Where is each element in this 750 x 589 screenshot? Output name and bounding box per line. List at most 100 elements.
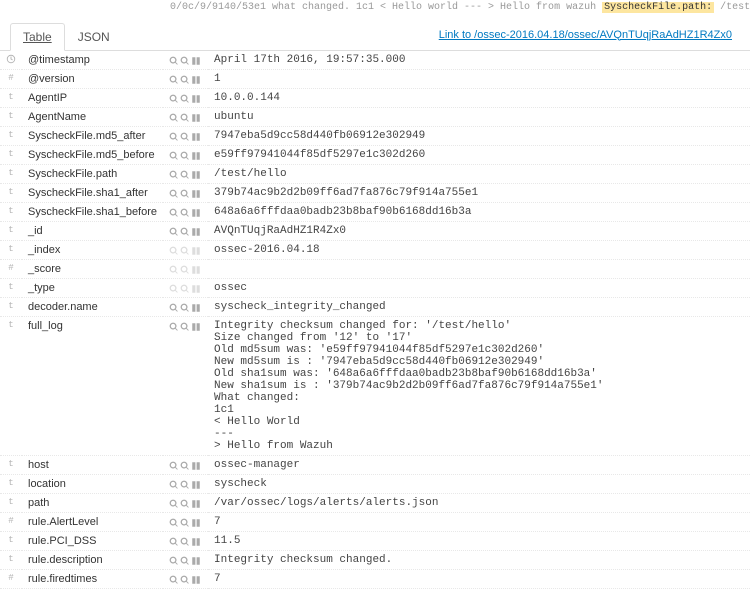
filter-for-icon	[169, 283, 179, 293]
field-actions	[163, 127, 208, 146]
filter-for-icon[interactable]	[169, 536, 179, 546]
toggle-column-icon[interactable]	[191, 112, 201, 122]
filter-for-icon[interactable]	[169, 460, 179, 470]
filter-out-icon[interactable]	[180, 321, 190, 331]
field-value: 7	[208, 570, 750, 589]
filter-out-icon[interactable]	[180, 131, 190, 141]
filter-out-icon[interactable]	[180, 536, 190, 546]
filter-for-icon[interactable]	[169, 226, 179, 236]
filter-out-icon[interactable]	[180, 169, 190, 179]
field-actions	[163, 89, 208, 108]
field-value: ossec-manager	[208, 456, 750, 475]
filter-for-icon[interactable]	[169, 207, 179, 217]
filter-for-icon	[169, 264, 179, 274]
field-actions	[163, 146, 208, 165]
toggle-column-icon[interactable]	[191, 574, 201, 584]
filter-out-icon[interactable]	[180, 498, 190, 508]
field-value	[208, 260, 750, 279]
table-row: trule.PCI_DSS11.5	[0, 532, 750, 551]
filter-out-icon[interactable]	[180, 479, 190, 489]
toggle-column-icon[interactable]	[191, 517, 201, 527]
table-row: tSyscheckFile.md5_beforee59ff97941044f85…	[0, 146, 750, 165]
tab-json[interactable]: JSON	[65, 23, 123, 50]
toggle-column-icon[interactable]	[191, 188, 201, 198]
toggle-column-icon[interactable]	[191, 536, 201, 546]
toggle-column-icon[interactable]	[191, 498, 201, 508]
toggle-column-icon[interactable]	[191, 321, 201, 331]
field-actions	[163, 551, 208, 570]
filter-for-icon[interactable]	[169, 555, 179, 565]
toggle-column-icon[interactable]	[191, 226, 201, 236]
permalink[interactable]: Link to /ossec-2016.04.18/ossec/AVQnTUqj…	[439, 29, 740, 45]
filter-out-icon[interactable]	[180, 93, 190, 103]
toggle-column-icon[interactable]	[191, 74, 201, 84]
field-value: syscheck	[208, 475, 750, 494]
toggle-column-icon[interactable]	[191, 207, 201, 217]
filter-out-icon[interactable]	[180, 55, 190, 65]
toggle-column-icon[interactable]	[191, 479, 201, 489]
field-type-icon: t	[0, 475, 22, 494]
field-type-icon: #	[0, 570, 22, 589]
filter-for-icon[interactable]	[169, 74, 179, 84]
field-type-icon: t	[0, 494, 22, 513]
field-type-icon: t	[0, 184, 22, 203]
field-type-icon: t	[0, 279, 22, 298]
filter-out-icon[interactable]	[180, 188, 190, 198]
tab-table[interactable]: Table	[10, 23, 65, 51]
table-row: t_indexossec-2016.04.18	[0, 241, 750, 260]
table-row: tlocation syscheck	[0, 475, 750, 494]
field-actions	[163, 532, 208, 551]
filter-for-icon[interactable]	[169, 150, 179, 160]
table-row: tSyscheckFile.sha1_after379b74ac9b2d2b09…	[0, 184, 750, 203]
table-row: trule.descriptionIntegrity checksum chan…	[0, 551, 750, 570]
toggle-column-icon[interactable]	[191, 93, 201, 103]
toggle-column-icon[interactable]	[191, 460, 201, 470]
toggle-column-icon[interactable]	[191, 131, 201, 141]
field-type-icon: #	[0, 260, 22, 279]
filter-out-icon[interactable]	[180, 150, 190, 160]
field-actions	[163, 241, 208, 260]
filter-for-icon	[169, 245, 179, 255]
field-type-icon: #	[0, 513, 22, 532]
filter-for-icon[interactable]	[169, 517, 179, 527]
filter-out-icon[interactable]	[180, 226, 190, 236]
table-row: t_idAVQnTUqjRaAdHZ1R4Zx0	[0, 222, 750, 241]
table-row: #_score	[0, 260, 750, 279]
toggle-column-icon[interactable]	[191, 55, 201, 65]
filter-out-icon[interactable]	[180, 574, 190, 584]
filter-for-icon[interactable]	[169, 93, 179, 103]
table-row: tfull_logIntegrity checksum changed for:…	[0, 317, 750, 456]
fields-table: @timestampApril 17th 2016, 19:57:35.000#…	[0, 51, 750, 589]
field-name: host	[22, 456, 163, 475]
filter-out-icon[interactable]	[180, 74, 190, 84]
field-name: SyscheckFile.sha1_after	[22, 184, 163, 203]
filter-for-icon[interactable]	[169, 321, 179, 331]
toggle-column-icon[interactable]	[191, 302, 201, 312]
filter-for-icon[interactable]	[169, 574, 179, 584]
filter-for-icon[interactable]	[169, 479, 179, 489]
field-actions	[163, 279, 208, 298]
toggle-column-icon[interactable]	[191, 555, 201, 565]
toggle-column-icon[interactable]	[191, 169, 201, 179]
filter-for-icon[interactable]	[169, 169, 179, 179]
filter-out-icon[interactable]	[180, 302, 190, 312]
toggle-column-icon[interactable]	[191, 150, 201, 160]
filter-out-icon[interactable]	[180, 555, 190, 565]
filter-out-icon[interactable]	[180, 207, 190, 217]
filter-out-icon[interactable]	[180, 112, 190, 122]
filter-out-icon[interactable]	[180, 460, 190, 470]
filter-for-icon[interactable]	[169, 131, 179, 141]
filter-out-icon[interactable]	[180, 517, 190, 527]
filter-for-icon[interactable]	[169, 188, 179, 198]
filter-for-icon[interactable]	[169, 112, 179, 122]
table-row: t_typeossec	[0, 279, 750, 298]
filter-for-icon[interactable]	[169, 55, 179, 65]
table-row: tSyscheckFile.md5_after7947eba5d9cc58d44…	[0, 127, 750, 146]
field-type-icon: t	[0, 241, 22, 260]
filter-for-icon[interactable]	[169, 498, 179, 508]
filter-for-icon[interactable]	[169, 302, 179, 312]
table-row: tSyscheckFile.path/test/hello	[0, 165, 750, 184]
field-name: location	[22, 475, 163, 494]
field-value: 1	[208, 70, 750, 89]
toggle-column-icon	[191, 245, 201, 255]
